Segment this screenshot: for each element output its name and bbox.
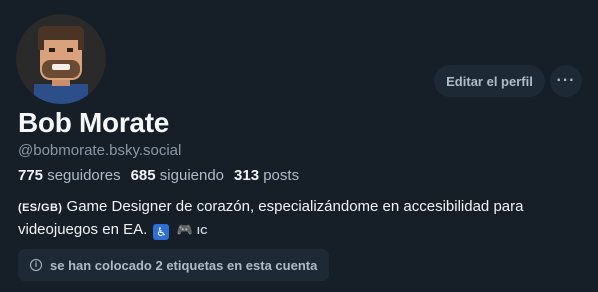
bio-text-2: videojuegos en EA. <box>18 221 148 238</box>
following-count: 685 <box>130 167 156 184</box>
avatar-image <box>16 14 106 104</box>
edit-profile-button[interactable]: Editar el perfil <box>434 65 545 97</box>
posts-label: posts <box>263 167 300 184</box>
info-icon: i <box>30 259 42 271</box>
posts-count: 313 <box>234 167 260 184</box>
display-name: Bob Morate <box>18 107 170 138</box>
accessibility-icon: ♿ <box>153 224 170 240</box>
account-labels-notice[interactable]: i se han colocado 2 etiquetas en esta cu… <box>18 249 330 281</box>
followers-count: 775 <box>18 167 44 184</box>
followers-label: seguidores <box>47 167 121 184</box>
profile-stats: 775 seguidores 685 siguiendo 313 posts <box>18 167 299 184</box>
followers-stat[interactable]: 775 seguidores <box>18 167 121 184</box>
profile-page: Editar el perfil ··· Bob Morate @bobmora… <box>0 0 598 292</box>
bio-text: Game Designer de corazón, especializándo… <box>66 198 524 215</box>
profile-handle: @bobmorate.bsky.social <box>18 142 182 159</box>
avatar[interactable] <box>14 12 108 106</box>
labels-note-text: se han colocado 2 etiquetas en esta cuen… <box>50 257 318 273</box>
ic-tag: IC <box>196 226 208 237</box>
profile-bio: (ES/GB) Game Designer de corazón, especi… <box>18 196 583 242</box>
bio-language-tag: (ES/GB) <box>18 202 63 214</box>
posts-stat: 313 posts <box>234 167 299 184</box>
following-stat[interactable]: 685 siguiendo <box>131 167 224 184</box>
gamepad-icon: 🎮 <box>176 222 193 237</box>
more-options-button[interactable]: ··· <box>550 65 582 97</box>
following-label: siguiendo <box>159 167 225 184</box>
